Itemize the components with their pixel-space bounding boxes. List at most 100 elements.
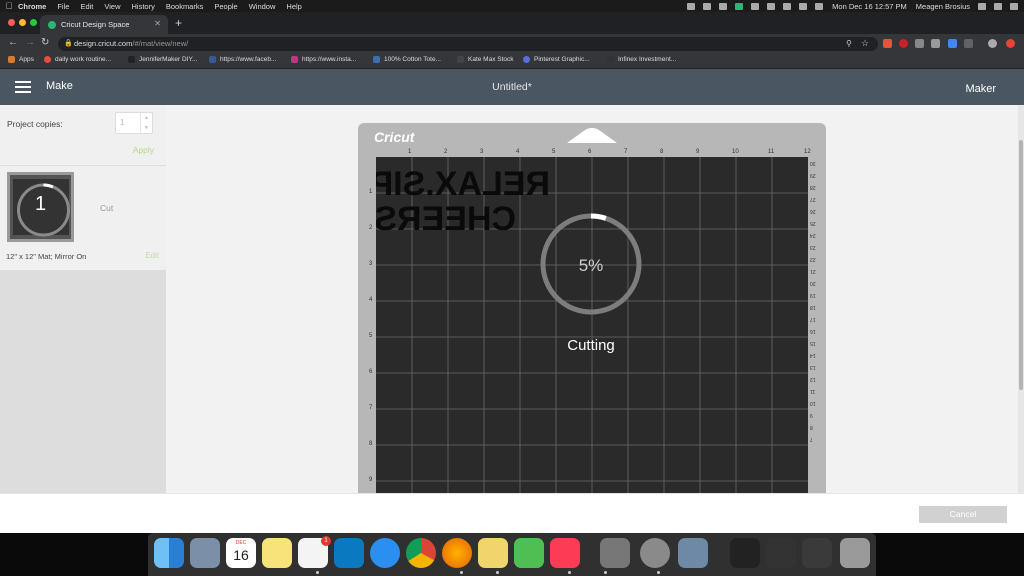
reload-icon[interactable]: ↻ <box>41 37 49 48</box>
forward-icon[interactable]: → <box>25 37 35 48</box>
trash-icon[interactable] <box>840 538 870 568</box>
project-copies-stepper[interactable]: 1 ▲ ▼ <box>115 112 153 134</box>
bookmark-apps[interactable]: Apps <box>8 56 34 63</box>
pinterest-extension-icon[interactable] <box>899 39 908 48</box>
url-path: /#/mat/view/new/ <box>132 39 189 48</box>
system-preferences-icon[interactable] <box>640 538 670 568</box>
maximize-window-icon[interactable] <box>30 19 37 26</box>
ruler-right-label: 20 <box>810 280 816 286</box>
ruler-top-label: 9 <box>696 149 700 155</box>
close-tab-icon[interactable]: ✕ <box>154 19 161 28</box>
tab-cricut-design-space[interactable]: Cricut Design Space ✕ <box>40 15 168 34</box>
siri-icon[interactable] <box>994 2 1002 10</box>
bookmark-item[interactable]: JenniferMaker DIY... <box>128 56 197 63</box>
stepper-arrows-icon[interactable]: ▲ ▼ <box>140 113 152 133</box>
menu-bookmarks[interactable]: Bookmarks <box>166 2 204 11</box>
window-thumbnail-icon[interactable] <box>802 538 832 568</box>
bookmark-item[interactable]: Pinterest Graphic... <box>523 56 590 63</box>
mat-thumbnail[interactable]: 1 <box>7 172 74 242</box>
document-window-icon[interactable] <box>730 538 760 568</box>
extension-icon[interactable] <box>883 39 892 48</box>
music-icon[interactable] <box>550 538 580 568</box>
safari-icon[interactable] <box>370 538 400 568</box>
scrollbar-thumb[interactable] <box>1019 140 1023 390</box>
ruler-top-label: 2 <box>444 149 448 155</box>
sync-icon[interactable] <box>719 2 728 10</box>
ruler-right-label: 27 <box>810 196 816 202</box>
image-capture-icon[interactable] <box>678 538 708 568</box>
window-thumbnail-icon[interactable] <box>766 538 796 568</box>
menu-chrome[interactable]: Chrome <box>18 2 46 11</box>
chrome-icon[interactable] <box>406 538 436 568</box>
menu-help[interactable]: Help <box>286 2 301 11</box>
clock[interactable]: Mon Dec 16 12:57 PM <box>832 2 907 11</box>
shield-icon[interactable] <box>703 2 712 10</box>
numbers-icon[interactable] <box>514 538 544 568</box>
apple-icon[interactable]:  <box>0 1 18 11</box>
ruler-right-label: 25 <box>810 220 816 226</box>
machine-name[interactable]: Maker <box>965 83 996 95</box>
star-icon[interactable]: ☆ <box>861 38 869 49</box>
bookmark-favicon-icon <box>373 56 380 63</box>
menu-edit[interactable]: Edit <box>80 2 93 11</box>
firefox-icon[interactable] <box>442 538 472 568</box>
notes-icon[interactable] <box>262 538 292 568</box>
preview-app-icon[interactable] <box>190 538 220 568</box>
screen:  Chrome File Edit View History Bookmark… <box>0 0 1024 576</box>
new-tab-icon[interactable]: + <box>175 16 182 30</box>
bookmark-item[interactable]: daily work routine... <box>44 56 111 63</box>
finder-icon[interactable] <box>154 538 184 568</box>
extension-icon[interactable] <box>964 39 973 48</box>
menu-history[interactable]: History <box>132 2 155 11</box>
ruler-right-label: 11 <box>810 388 816 394</box>
project-copies-label: Project copies: <box>7 119 63 129</box>
canvas-scrollbar[interactable] <box>1018 105 1024 493</box>
calendar-icon[interactable]: DEC 16 <box>226 538 256 568</box>
bookmark-item[interactable]: Infinex Investment... <box>607 56 676 63</box>
dropbox-icon[interactable] <box>687 2 696 10</box>
extension-icon[interactable] <box>931 39 940 48</box>
photo-booth-icon[interactable] <box>600 538 630 568</box>
slack-icon[interactable]: 1 <box>298 536 331 568</box>
ruler-left-label: 7 <box>369 405 373 411</box>
minimize-window-icon[interactable] <box>19 19 26 26</box>
ruler-right-label: 15 <box>810 340 816 346</box>
address-bar[interactable]: 🔒 design.cricut.com/#/mat/view/new/ <box>58 37 878 51</box>
cancel-button[interactable]: Cancel <box>919 506 1007 523</box>
back-icon[interactable]: ← <box>8 37 18 48</box>
ruler-left-label: 3 <box>369 261 373 267</box>
mat-item[interactable]: 1 Cut 12" x 12" Mat; Mirror On Edit <box>0 165 166 270</box>
extension-icon[interactable] <box>1006 39 1015 48</box>
ruler-right-label: 10 <box>810 400 816 406</box>
close-window-icon[interactable] <box>8 19 15 26</box>
bookmark-item[interactable]: https://www.faceb... <box>209 56 276 63</box>
ruler-right-label: 7 <box>810 436 813 442</box>
screen-icon[interactable] <box>751 2 760 10</box>
bookmark-item[interactable]: Kate Max Stock <box>457 56 514 63</box>
running-indicator <box>604 571 607 574</box>
bookmark-item[interactable]: https://www.insta... <box>291 56 356 63</box>
menu-view[interactable]: View <box>104 2 120 11</box>
search-icon[interactable] <box>978 2 986 10</box>
user-name[interactable]: Meagen Brosius <box>916 2 970 11</box>
volume-icon[interactable] <box>799 2 808 10</box>
battery-icon[interactable] <box>815 2 824 10</box>
apply-button[interactable]: Apply <box>133 145 154 155</box>
notification-center-icon[interactable] <box>1010 2 1018 10</box>
bookmark-item[interactable]: 100% Cotton Tote... <box>373 56 441 63</box>
wifi-icon[interactable] <box>767 2 776 10</box>
zoom-icon[interactable]: ⚲ <box>846 39 852 48</box>
ruler-left-label: 1 <box>369 189 373 195</box>
edit-mat-button[interactable]: Edit <box>145 251 159 260</box>
eject-icon[interactable] <box>783 2 792 10</box>
profile-avatar[interactable] <box>988 39 997 48</box>
extension-icon[interactable] <box>915 39 924 48</box>
menu-people[interactable]: People <box>214 2 237 11</box>
design-text-line2: CHEERS. <box>376 200 516 238</box>
menu-file[interactable]: File <box>57 2 69 11</box>
evernote-icon[interactable] <box>735 2 744 10</box>
trello-icon[interactable] <box>334 538 364 568</box>
extension-icon[interactable] <box>948 39 957 48</box>
menu-window[interactable]: Window <box>249 2 276 11</box>
pages-icon[interactable] <box>478 538 508 568</box>
